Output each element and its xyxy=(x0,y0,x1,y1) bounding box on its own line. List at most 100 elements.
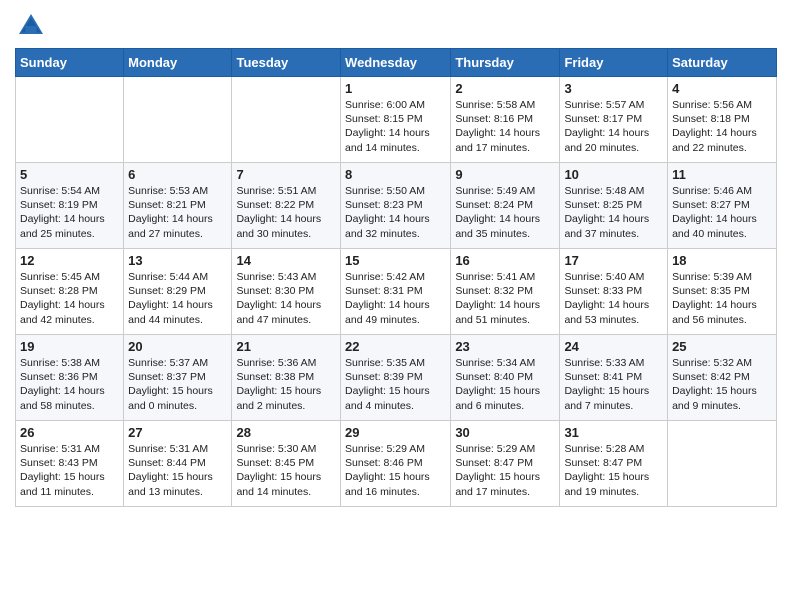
day-number: 21 xyxy=(236,339,336,354)
day-info: Sunrise: 5:32 AM Sunset: 8:42 PM Dayligh… xyxy=(672,356,772,413)
day-cell: 31Sunrise: 5:28 AM Sunset: 8:47 PM Dayli… xyxy=(560,421,668,507)
day-cell: 15 Sunrise: 5:42 AM Sunset: 8:31 PM Dayli… xyxy=(341,249,451,335)
day-cell: 19 Sunrise: 5:38 AM Sunset: 8:36 PM Dayli… xyxy=(16,335,124,421)
day-number: 22 xyxy=(345,339,446,354)
logo xyxy=(15,10,51,42)
day-number: 3 xyxy=(564,81,663,96)
day-info: Sunrise: 5:29 AM Sunset: 8:47 PM Dayligh… xyxy=(455,442,555,499)
day-info: Sunrise: 5:33 AM Sunset: 8:41 PM Dayligh… xyxy=(564,356,663,413)
logo-icon xyxy=(15,10,47,42)
day-cell: 12 Sunrise: 5:45 AM Sunset: 8:28 PM Dayli… xyxy=(16,249,124,335)
day-number: 28 xyxy=(236,425,336,440)
day-number: 18 xyxy=(672,253,772,268)
day-cell: 16 Sunrise: 5:41 AM Sunset: 8:32 PM Dayli… xyxy=(451,249,560,335)
day-cell: 18 Sunrise: 5:39 AM Sunset: 8:35 PM Dayli… xyxy=(668,249,777,335)
day-cell: 13 Sunrise: 5:44 AM Sunset: 8:29 PM Dayli… xyxy=(124,249,232,335)
day-info: Sunrise: 5:46 AM Sunset: 8:27 PM Dayligh… xyxy=(672,184,772,241)
header-cell-wednesday: Wednesday xyxy=(341,49,451,77)
day-cell: 28 Sunrise: 5:30 AM Sunset: 8:45 PM Dayli… xyxy=(232,421,341,507)
day-info: Sunrise: 5:39 AM Sunset: 8:35 PM Dayligh… xyxy=(672,270,772,327)
day-cell: 11 Sunrise: 5:46 AM Sunset: 8:27 PM Dayli… xyxy=(668,163,777,249)
day-number: 1 xyxy=(345,81,446,96)
header-cell-monday: Monday xyxy=(124,49,232,77)
day-number: 8 xyxy=(345,167,446,182)
day-number: 12 xyxy=(20,253,119,268)
day-number: 2 xyxy=(455,81,555,96)
day-cell xyxy=(124,77,232,163)
day-cell xyxy=(668,421,777,507)
week-row-4: 19 Sunrise: 5:38 AM Sunset: 8:36 PM Dayli… xyxy=(16,335,777,421)
day-info: Sunrise: 5:29 AM Sunset: 8:46 PM Dayligh… xyxy=(345,442,446,499)
day-info: Sunrise: 5:35 AM Sunset: 8:39 PM Dayligh… xyxy=(345,356,446,413)
day-info: Sunrise: 5:56 AM Sunset: 8:18 PM Dayligh… xyxy=(672,98,772,155)
day-number: 13 xyxy=(128,253,227,268)
day-cell: 4 Sunrise: 5:56 AM Sunset: 8:18 PM Daylig… xyxy=(668,77,777,163)
page: SundayMondayTuesdayWednesdayThursdayFrid… xyxy=(0,0,792,517)
day-number: 15 xyxy=(345,253,446,268)
day-cell: 6 Sunrise: 5:53 AM Sunset: 8:21 PM Daylig… xyxy=(124,163,232,249)
day-cell xyxy=(16,77,124,163)
calendar-body: 1 Sunrise: 6:00 AM Sunset: 8:15 PM Daylig… xyxy=(16,77,777,507)
day-info: Sunrise: 5:38 AM Sunset: 8:36 PM Dayligh… xyxy=(20,356,119,413)
day-info: Sunrise: 5:57 AM Sunset: 8:17 PM Dayligh… xyxy=(564,98,663,155)
day-info: Sunrise: 5:54 AM Sunset: 8:19 PM Dayligh… xyxy=(20,184,119,241)
day-info: Sunrise: 5:51 AM Sunset: 8:22 PM Dayligh… xyxy=(236,184,336,241)
day-info: Sunrise: 5:31 AM Sunset: 8:44 PM Dayligh… xyxy=(128,442,227,499)
day-info: Sunrise: 5:31 AM Sunset: 8:43 PM Dayligh… xyxy=(20,442,119,499)
day-info: Sunrise: 5:28 AM Sunset: 8:47 PM Dayligh… xyxy=(564,442,663,499)
day-cell: 21 Sunrise: 5:36 AM Sunset: 8:38 PM Dayli… xyxy=(232,335,341,421)
week-row-3: 12 Sunrise: 5:45 AM Sunset: 8:28 PM Dayli… xyxy=(16,249,777,335)
day-number: 4 xyxy=(672,81,772,96)
day-info: Sunrise: 5:42 AM Sunset: 8:31 PM Dayligh… xyxy=(345,270,446,327)
day-info: Sunrise: 5:48 AM Sunset: 8:25 PM Dayligh… xyxy=(564,184,663,241)
week-row-5: 26 Sunrise: 5:31 AM Sunset: 8:43 PM Dayli… xyxy=(16,421,777,507)
day-info: Sunrise: 5:58 AM Sunset: 8:16 PM Dayligh… xyxy=(455,98,555,155)
day-info: Sunrise: 5:36 AM Sunset: 8:38 PM Dayligh… xyxy=(236,356,336,413)
day-number: 27 xyxy=(128,425,227,440)
day-cell: 22 Sunrise: 5:35 AM Sunset: 8:39 PM Dayli… xyxy=(341,335,451,421)
day-info: Sunrise: 5:50 AM Sunset: 8:23 PM Dayligh… xyxy=(345,184,446,241)
day-cell: 8 Sunrise: 5:50 AM Sunset: 8:23 PM Daylig… xyxy=(341,163,451,249)
day-cell: 10 Sunrise: 5:48 AM Sunset: 8:25 PM Dayli… xyxy=(560,163,668,249)
day-info: Sunrise: 5:41 AM Sunset: 8:32 PM Dayligh… xyxy=(455,270,555,327)
day-info: Sunrise: 5:45 AM Sunset: 8:28 PM Dayligh… xyxy=(20,270,119,327)
header-cell-saturday: Saturday xyxy=(668,49,777,77)
day-cell: 3 Sunrise: 5:57 AM Sunset: 8:17 PM Daylig… xyxy=(560,77,668,163)
day-number: 6 xyxy=(128,167,227,182)
day-cell: 1 Sunrise: 6:00 AM Sunset: 8:15 PM Daylig… xyxy=(341,77,451,163)
day-cell: 23Sunrise: 5:34 AM Sunset: 8:40 PM Dayli… xyxy=(451,335,560,421)
day-cell: 24Sunrise: 5:33 AM Sunset: 8:41 PM Dayli… xyxy=(560,335,668,421)
day-number: 16 xyxy=(455,253,555,268)
day-number: 19 xyxy=(20,339,119,354)
day-cell: 30 Sunrise: 5:29 AM Sunset: 8:47 PM Dayli… xyxy=(451,421,560,507)
day-info: Sunrise: 6:00 AM Sunset: 8:15 PM Dayligh… xyxy=(345,98,446,155)
day-number: 9 xyxy=(455,167,555,182)
header-cell-tuesday: Tuesday xyxy=(232,49,341,77)
day-info: Sunrise: 5:34 AM Sunset: 8:40 PM Dayligh… xyxy=(455,356,555,413)
day-info: Sunrise: 5:53 AM Sunset: 8:21 PM Dayligh… xyxy=(128,184,227,241)
day-number: 11 xyxy=(672,167,772,182)
day-info: Sunrise: 5:43 AM Sunset: 8:30 PM Dayligh… xyxy=(236,270,336,327)
week-row-1: 1 Sunrise: 6:00 AM Sunset: 8:15 PM Daylig… xyxy=(16,77,777,163)
day-number: 20 xyxy=(128,339,227,354)
day-cell: 7 Sunrise: 5:51 AM Sunset: 8:22 PM Daylig… xyxy=(232,163,341,249)
day-info: Sunrise: 5:49 AM Sunset: 8:24 PM Dayligh… xyxy=(455,184,555,241)
day-number: 29 xyxy=(345,425,446,440)
header-cell-thursday: Thursday xyxy=(451,49,560,77)
day-number: 10 xyxy=(564,167,663,182)
day-cell: 29 Sunrise: 5:29 AM Sunset: 8:46 PM Dayli… xyxy=(341,421,451,507)
day-number: 30 xyxy=(455,425,555,440)
header-cell-sunday: Sunday xyxy=(16,49,124,77)
day-info: Sunrise: 5:37 AM Sunset: 8:37 PM Dayligh… xyxy=(128,356,227,413)
day-cell: 5 Sunrise: 5:54 AM Sunset: 8:19 PM Daylig… xyxy=(16,163,124,249)
day-info: Sunrise: 5:44 AM Sunset: 8:29 PM Dayligh… xyxy=(128,270,227,327)
calendar-header: SundayMondayTuesdayWednesdayThursdayFrid… xyxy=(16,49,777,77)
week-row-2: 5 Sunrise: 5:54 AM Sunset: 8:19 PM Daylig… xyxy=(16,163,777,249)
day-number: 7 xyxy=(236,167,336,182)
day-number: 5 xyxy=(20,167,119,182)
day-cell: 9 Sunrise: 5:49 AM Sunset: 8:24 PM Daylig… xyxy=(451,163,560,249)
day-cell: 20 Sunrise: 5:37 AM Sunset: 8:37 PM Dayli… xyxy=(124,335,232,421)
header-row: SundayMondayTuesdayWednesdayThursdayFrid… xyxy=(16,49,777,77)
day-number: 26 xyxy=(20,425,119,440)
day-info: Sunrise: 5:30 AM Sunset: 8:45 PM Dayligh… xyxy=(236,442,336,499)
